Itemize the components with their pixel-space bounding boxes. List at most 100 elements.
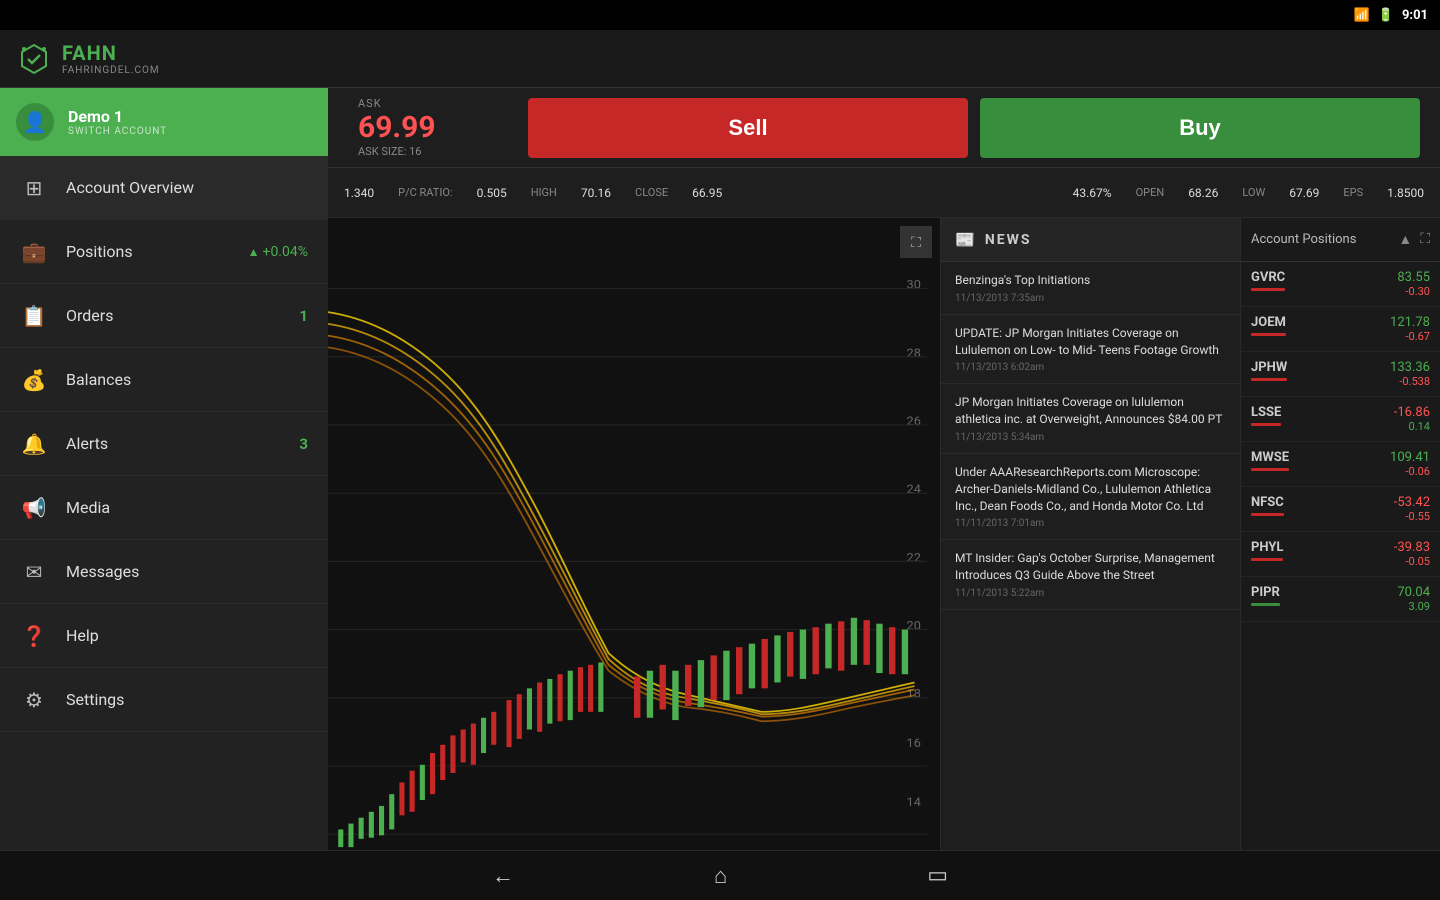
orders-icon: 📋: [20, 304, 48, 328]
buy-button[interactable]: Buy: [980, 98, 1420, 158]
main-layout: 👤 Demo 1 SWITCH ACCOUNT ⊞Account Overvie…: [0, 88, 1440, 900]
svg-text:20: 20: [907, 619, 921, 632]
ask-label: ASK: [358, 97, 382, 110]
sidebar-label-alerts: Alerts: [66, 434, 281, 453]
sidebar-item-media[interactable]: 📢 Media: [0, 476, 328, 540]
position-row[interactable]: JPHW133.36-0.538: [1241, 352, 1440, 397]
status-bar: 📶 🔋 9:01: [0, 0, 1440, 30]
positions-panel: Account Positions ▲ ⛶ GVRC83.55-0.30JOEM…: [1240, 218, 1440, 900]
position-row[interactable]: GVRC83.55-0.30: [1241, 262, 1440, 307]
avatar: 👤: [16, 103, 54, 141]
sidebar-item-positions[interactable]: 💼Positions▲+0.04%: [0, 220, 328, 284]
stat-val-close: 66.95: [692, 186, 722, 200]
stat-label-pc: P/C RATIO:: [398, 186, 452, 199]
sidebar-label-media: Media: [66, 498, 308, 517]
position-row[interactable]: PIPR70.043.09: [1241, 577, 1440, 622]
stat-val-eps: 1.8500: [1387, 186, 1424, 200]
position-row[interactable]: JOEM121.78-0.67: [1241, 307, 1440, 352]
pos-price: 70.04: [1397, 585, 1430, 600]
pos-ticker: LSSE: [1251, 405, 1281, 420]
sidebar-label-help: Help: [66, 626, 308, 645]
svg-text:22: 22: [907, 551, 921, 564]
pos-bar: [1251, 333, 1286, 336]
news-item[interactable]: Benzinga's Top Initiations11/13/2013 7:3…: [941, 262, 1240, 315]
switch-account-label: SWITCH ACCOUNT: [68, 126, 167, 137]
nav-change-positions: ▲+0.04%: [248, 244, 308, 260]
positions-header: Account Positions ▲ ⛶: [1241, 218, 1440, 262]
sidebar-item-orders[interactable]: 📋Orders1: [0, 284, 328, 348]
android-recent-button[interactable]: ▭: [927, 863, 948, 888]
pos-price: -39.83: [1394, 540, 1430, 555]
stat-label-eps: EPS: [1343, 186, 1363, 199]
stat-label-high: HIGH: [531, 186, 557, 199]
stat-val-1340: 1.340: [344, 186, 374, 200]
stat-label-open: OPEN: [1136, 186, 1165, 199]
positions-icons: ▲ ⛶: [1398, 231, 1430, 248]
status-time: 9:01: [1402, 8, 1428, 23]
news-items-container: Benzinga's Top Initiations11/13/2013 7:3…: [941, 262, 1240, 610]
positions-icon: 💼: [20, 240, 48, 264]
sell-button[interactable]: Sell: [528, 98, 968, 158]
sidebar-item-alerts[interactable]: 🔔Alerts3: [0, 412, 328, 476]
svg-text:30: 30: [907, 278, 921, 291]
expand-positions-icon[interactable]: ⛶: [1420, 231, 1430, 248]
pos-change: -0.05: [1394, 555, 1430, 568]
svg-text:26: 26: [907, 414, 921, 427]
position-row[interactable]: MWSE109.41-0.06: [1241, 442, 1440, 487]
sort-icon[interactable]: ▲: [1398, 231, 1412, 248]
pos-ticker: NFSC: [1251, 495, 1284, 510]
news-item[interactable]: JP Morgan Initiates Coverage on lululemo…: [941, 384, 1240, 454]
sidebar-label-messages: Messages: [66, 562, 308, 581]
news-date: 11/13/2013 7:35am: [955, 293, 1226, 304]
account-info: Demo 1 SWITCH ACCOUNT: [68, 107, 167, 137]
android-bar: ← ⌂ ▭: [0, 850, 1440, 900]
logo-text-block: FAHN FAHRINGDEL.COM: [62, 41, 160, 76]
android-home-button[interactable]: ⌂: [714, 863, 727, 889]
account-overview-icon: ⊞: [20, 176, 48, 200]
pos-price: 83.55: [1397, 270, 1430, 285]
news-item[interactable]: MT Insider: Gap's October Surprise, Mana…: [941, 540, 1240, 610]
pos-bar: [1251, 288, 1285, 291]
logo-icon: [16, 41, 52, 77]
sidebar-item-messages[interactable]: ✉Messages: [0, 540, 328, 604]
sidebar-item-account-overview[interactable]: ⊞Account Overview: [0, 156, 328, 220]
svg-text:28: 28: [907, 346, 921, 359]
header-bar: FAHN FAHRINGDEL.COM: [0, 30, 1440, 88]
nav-badge-orders: 1: [299, 307, 308, 325]
stat-val-pc: 0.505: [477, 186, 507, 200]
chart-expand-button[interactable]: ⛶: [900, 226, 932, 258]
wifi-icon: 📶: [1354, 8, 1370, 23]
account-switcher[interactable]: 👤 Demo 1 SWITCH ACCOUNT: [0, 88, 328, 156]
news-item[interactable]: UPDATE: JP Morgan Initiates Coverage on …: [941, 315, 1240, 385]
pos-ticker: JOEM: [1251, 315, 1286, 330]
news-headline: UPDATE: JP Morgan Initiates Coverage on …: [955, 325, 1226, 359]
logo-main-text: FAHN: [62, 41, 160, 65]
pos-price: 133.36: [1390, 360, 1430, 375]
news-date: 11/11/2013 5:22am: [955, 588, 1226, 599]
nav-badge-alerts: 3: [299, 435, 308, 453]
sidebar-label-balances: Balances: [66, 370, 308, 389]
android-back-button[interactable]: ←: [492, 863, 514, 889]
pos-bar: [1251, 513, 1284, 516]
news-title: NEWS: [985, 232, 1032, 248]
trade-buttons: Sell Buy: [508, 98, 1440, 158]
pos-change: -0.55: [1394, 510, 1430, 523]
pos-change: -0.30: [1397, 285, 1430, 298]
media-icon: 📢: [20, 496, 48, 520]
battery-icon: 🔋: [1378, 8, 1394, 23]
positions-title: Account Positions: [1251, 232, 1356, 247]
position-row[interactable]: PHYL-39.83-0.05: [1241, 532, 1440, 577]
sidebar-item-balances[interactable]: 💰Balances: [0, 348, 328, 412]
sidebar-item-settings[interactable]: ⚙Settings: [0, 668, 328, 732]
news-item[interactable]: Under AAAResearchReports.com Microscope:…: [941, 454, 1240, 540]
ask-size: ASK SIZE: 16: [358, 145, 421, 158]
pos-change: 0.14: [1394, 420, 1430, 433]
pos-ticker: JPHW: [1251, 360, 1287, 375]
news-panel: 📰 NEWS Benzinga's Top Initiations11/13/2…: [940, 218, 1240, 900]
ask-price: 69.99: [358, 110, 436, 145]
sidebar: 👤 Demo 1 SWITCH ACCOUNT ⊞Account Overvie…: [0, 88, 328, 900]
position-row[interactable]: LSSE-16.860.14: [1241, 397, 1440, 442]
news-headline: Under AAAResearchReports.com Microscope:…: [955, 464, 1226, 514]
position-row[interactable]: NFSC-53.42-0.55: [1241, 487, 1440, 532]
sidebar-item-help[interactable]: ❓Help: [0, 604, 328, 668]
